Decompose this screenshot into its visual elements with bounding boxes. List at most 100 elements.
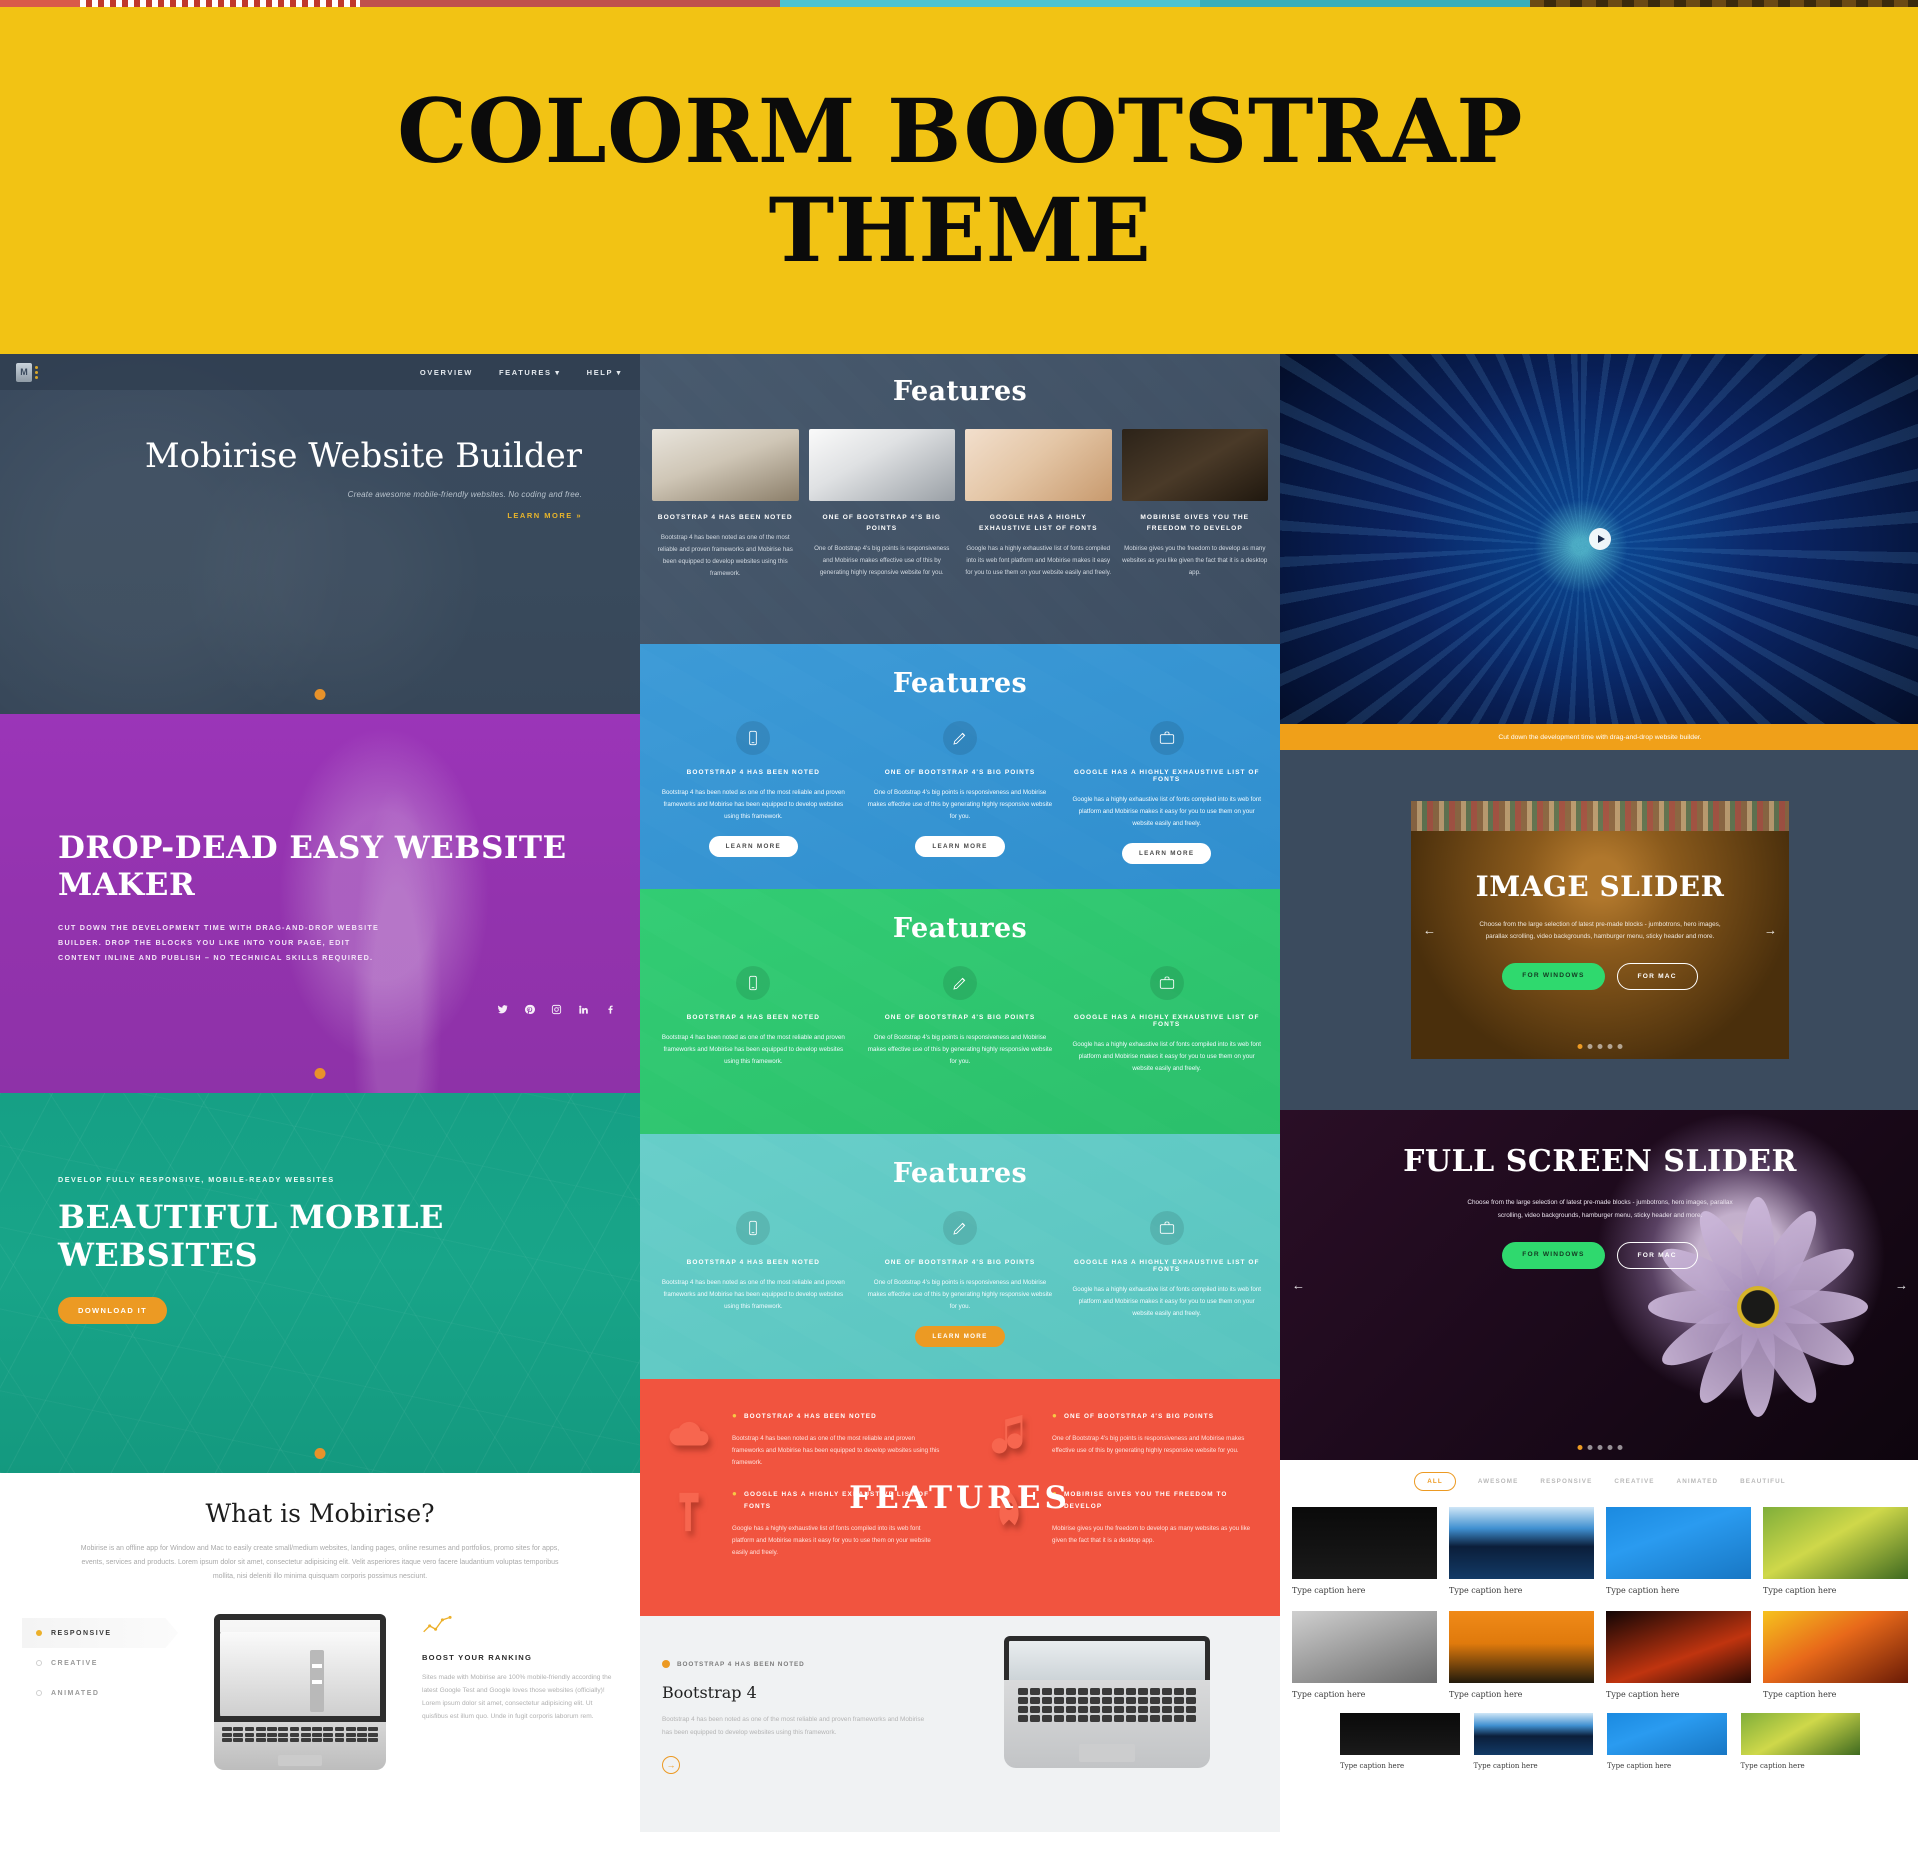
gallery-filter-awesome[interactable]: AWESOME: [1478, 1478, 1519, 1485]
learn-more-button[interactable]: LEARN MORE: [915, 1326, 1005, 1348]
feature-card-title: MOBIRISE GIVES YOU THE FREEDOM TO DEVELO…: [1140, 514, 1250, 533]
bullet-icon: ●: [1052, 1489, 1058, 1499]
facebook-icon[interactable]: [605, 1004, 616, 1015]
gallery-item[interactable]: Type caption here: [1449, 1507, 1594, 1595]
icon-feature-body: One of Bootstrap 4's big points is respo…: [867, 789, 1053, 821]
gallery-item[interactable]: Type caption here: [1292, 1611, 1437, 1699]
sliver-f: [1530, 0, 1920, 7]
feature-card-image: [652, 429, 799, 501]
icon-feature-title: ONE OF BOOTSTRAP 4'S BIG POINTS: [884, 1014, 1036, 1021]
scroll-dot-indicator-teal[interactable]: [314, 1448, 326, 1459]
social-links: [497, 1004, 616, 1015]
fs-slider-buttons: FOR WINDOWS FOR MAC: [1502, 1242, 1698, 1270]
gallery-filter-beautiful[interactable]: BEAUTIFUL: [1740, 1478, 1786, 1485]
tab-responsive-label: RESPONSIVE: [51, 1629, 112, 1637]
gallery-item[interactable]: Type caption here: [1763, 1611, 1908, 1699]
tab-creative[interactable]: CREATIVE: [22, 1648, 178, 1678]
instagram-icon[interactable]: [551, 1004, 562, 1015]
arrow-right-icon[interactable]: →: [662, 1755, 680, 1774]
red-feature-body: Google has a highly exhaustive list of f…: [732, 1524, 931, 1556]
purple-body: CUT DOWN THE DEVELOPMENT TIME WITH DRAG-…: [58, 923, 380, 962]
bullet-icon: ●: [732, 1411, 738, 1420]
slider-prev-arrow-icon[interactable]: ←: [1423, 923, 1436, 938]
for-mac-button[interactable]: FOR MAC: [1616, 963, 1698, 991]
for-windows-button[interactable]: FOR WINDOWS: [1502, 1242, 1605, 1270]
feature-card[interactable]: BOOTSTRAP 4 HAS BEEN NOTED Bootstrap 4 h…: [652, 429, 799, 579]
slider-dots[interactable]: [1577, 1044, 1623, 1049]
feature-card-body: Google has a highly exhaustive list of f…: [965, 545, 1112, 576]
laptop2-keyboard: [1004, 1680, 1211, 1768]
gallery-filter-responsive[interactable]: RESPONSIVE: [1540, 1478, 1592, 1485]
for-mac-button[interactable]: FOR MAC: [1616, 1242, 1698, 1270]
learn-more-button[interactable]: LEARN MORE: [1122, 843, 1212, 865]
scroll-dot-indicator[interactable]: [314, 689, 326, 700]
gallery-item[interactable]: Type caption here: [1607, 1713, 1727, 1771]
gallery-item[interactable]: Type caption here: [1740, 1713, 1860, 1771]
fs-slider-next-arrow-icon[interactable]: →: [1895, 1278, 1908, 1293]
feature-card-title: ONE OF BOOTSTRAP 4'S BIG POINTS: [822, 514, 942, 533]
briefcase-icon: [1149, 1211, 1184, 1245]
slider-buttons: FOR WINDOWS FOR MAC: [1502, 963, 1698, 991]
linkedin-icon[interactable]: [578, 1004, 589, 1015]
features-icons-mint-section: Features BOOTSTRAP 4 HAS BEEN NOTED Boot…: [640, 1134, 1280, 1379]
for-windows-button[interactable]: FOR WINDOWS: [1502, 963, 1605, 991]
bootstrap4-heading: Bootstrap 4: [662, 1683, 757, 1702]
learn-more-button[interactable]: LEARN MORE: [708, 836, 798, 858]
briefcase-icon: [1149, 966, 1184, 1000]
icon-feature-title: BOOTSTRAP 4 HAS BEEN NOTED: [686, 1259, 821, 1266]
tab-animated[interactable]: ANIMATED: [22, 1678, 178, 1708]
pinterest-icon[interactable]: [524, 1004, 535, 1015]
play-icon[interactable]: [1589, 528, 1611, 550]
twitter-icon[interactable]: [497, 1004, 508, 1015]
logo[interactable]: M: [16, 362, 38, 382]
gallery-filter-animated[interactable]: ANIMATED: [1677, 1478, 1719, 1485]
site-navbar: M OVERVIEW FEATURES ▾ HELP ▾: [0, 354, 640, 390]
gallery-filter-creative[interactable]: CREATIVE: [1614, 1478, 1654, 1485]
boost-ranking-body: Sites made with Mobirise are 100% mobile…: [422, 1674, 612, 1720]
gallery-caption: Type caption here: [1449, 1690, 1523, 1699]
bullet-icon: ●: [732, 1489, 738, 1499]
what-is-grid: RESPONSIVE CREATIVE ANIMATED BOOST YOUR …: [0, 1610, 640, 1770]
download-button[interactable]: DOWNLOAD IT: [58, 1296, 168, 1324]
nav-item-features[interactable]: FEATURES ▾: [499, 368, 561, 377]
tab-responsive[interactable]: RESPONSIVE: [22, 1618, 178, 1648]
scroll-dot-indicator-purple[interactable]: [314, 1068, 326, 1079]
gallery-item[interactable]: Type caption here: [1606, 1507, 1751, 1595]
learn-more-button[interactable]: LEARN MORE: [915, 836, 1005, 858]
icon-feature-body: Google has a highly exhaustive list of f…: [1072, 796, 1261, 828]
fs-slider-dots[interactable]: [1577, 1445, 1623, 1450]
feature-card[interactable]: MOBIRISE GIVES YOU THE FREEDOM TO DEVELO…: [1121, 429, 1268, 579]
nav-item-help[interactable]: HELP ▾: [587, 368, 622, 377]
gallery-image: [1763, 1611, 1908, 1683]
video-hero-section: [1280, 354, 1920, 724]
gallery-item[interactable]: Type caption here: [1473, 1713, 1593, 1771]
icon-feature-grid: BOOTSTRAP 4 HAS BEEN NOTED Bootstrap 4 h…: [640, 721, 1280, 865]
gallery-filter-all[interactable]: ALL: [1414, 1472, 1456, 1491]
what-is-heading: What is Mobirise?: [205, 1499, 435, 1528]
what-is-lede: Mobirise is an offline app for Window an…: [80, 1545, 560, 1580]
gallery-item[interactable]: Type caption here: [1763, 1507, 1908, 1595]
fs-slider-prev-arrow-icon[interactable]: ←: [1292, 1278, 1305, 1293]
what-is-mobirise-section: What is Mobirise? Mobirise is an offline…: [0, 1473, 640, 1861]
bootstrap4-section: BOOTSTRAP 4 HAS BEEN NOTED Bootstrap 4 B…: [640, 1616, 1280, 1832]
gallery-item[interactable]: Type caption here: [1449, 1611, 1594, 1699]
icon-feature-body: Google has a highly exhaustive list of f…: [1072, 1286, 1261, 1318]
icon-feature-body: Google has a highly exhaustive list of f…: [1072, 1041, 1261, 1073]
gallery-caption: Type caption here: [1740, 1762, 1805, 1770]
axe-icon: [656, 1485, 722, 1559]
bridge-tower: [309, 1650, 324, 1712]
gallery-item[interactable]: Type caption here: [1340, 1713, 1460, 1771]
feature-card-grid: BOOTSTRAP 4 HAS BEEN NOTED Bootstrap 4 h…: [640, 429, 1280, 579]
slider-next-arrow-icon[interactable]: →: [1764, 923, 1777, 938]
features-icons-blue-section: Features BOOTSTRAP 4 HAS BEEN NOTED Boot…: [640, 644, 1280, 889]
feature-card[interactable]: GOOGLE HAS A HIGHLY EXHAUSTIVE LIST OF F…: [965, 429, 1112, 579]
teal-content: DEVELOP FULLY RESPONSIVE, MOBILE-READY W…: [0, 1093, 640, 1324]
nav-item-overview[interactable]: OVERVIEW: [420, 368, 473, 377]
mobile-icon: [736, 721, 771, 755]
feature-card[interactable]: ONE OF BOOTSTRAP 4'S BIG POINTS One of B…: [808, 429, 955, 579]
gallery-item[interactable]: Type caption here: [1606, 1611, 1751, 1699]
hero-learn-more-link[interactable]: LEARN MORE »: [0, 511, 582, 520]
gallery-item[interactable]: Type caption here: [1292, 1507, 1437, 1595]
features-icons-green-section: Features BOOTSTRAP 4 HAS BEEN NOTED Boot…: [640, 889, 1280, 1134]
icon-feature-body: Bootstrap 4 has been noted as one of the…: [661, 789, 845, 821]
